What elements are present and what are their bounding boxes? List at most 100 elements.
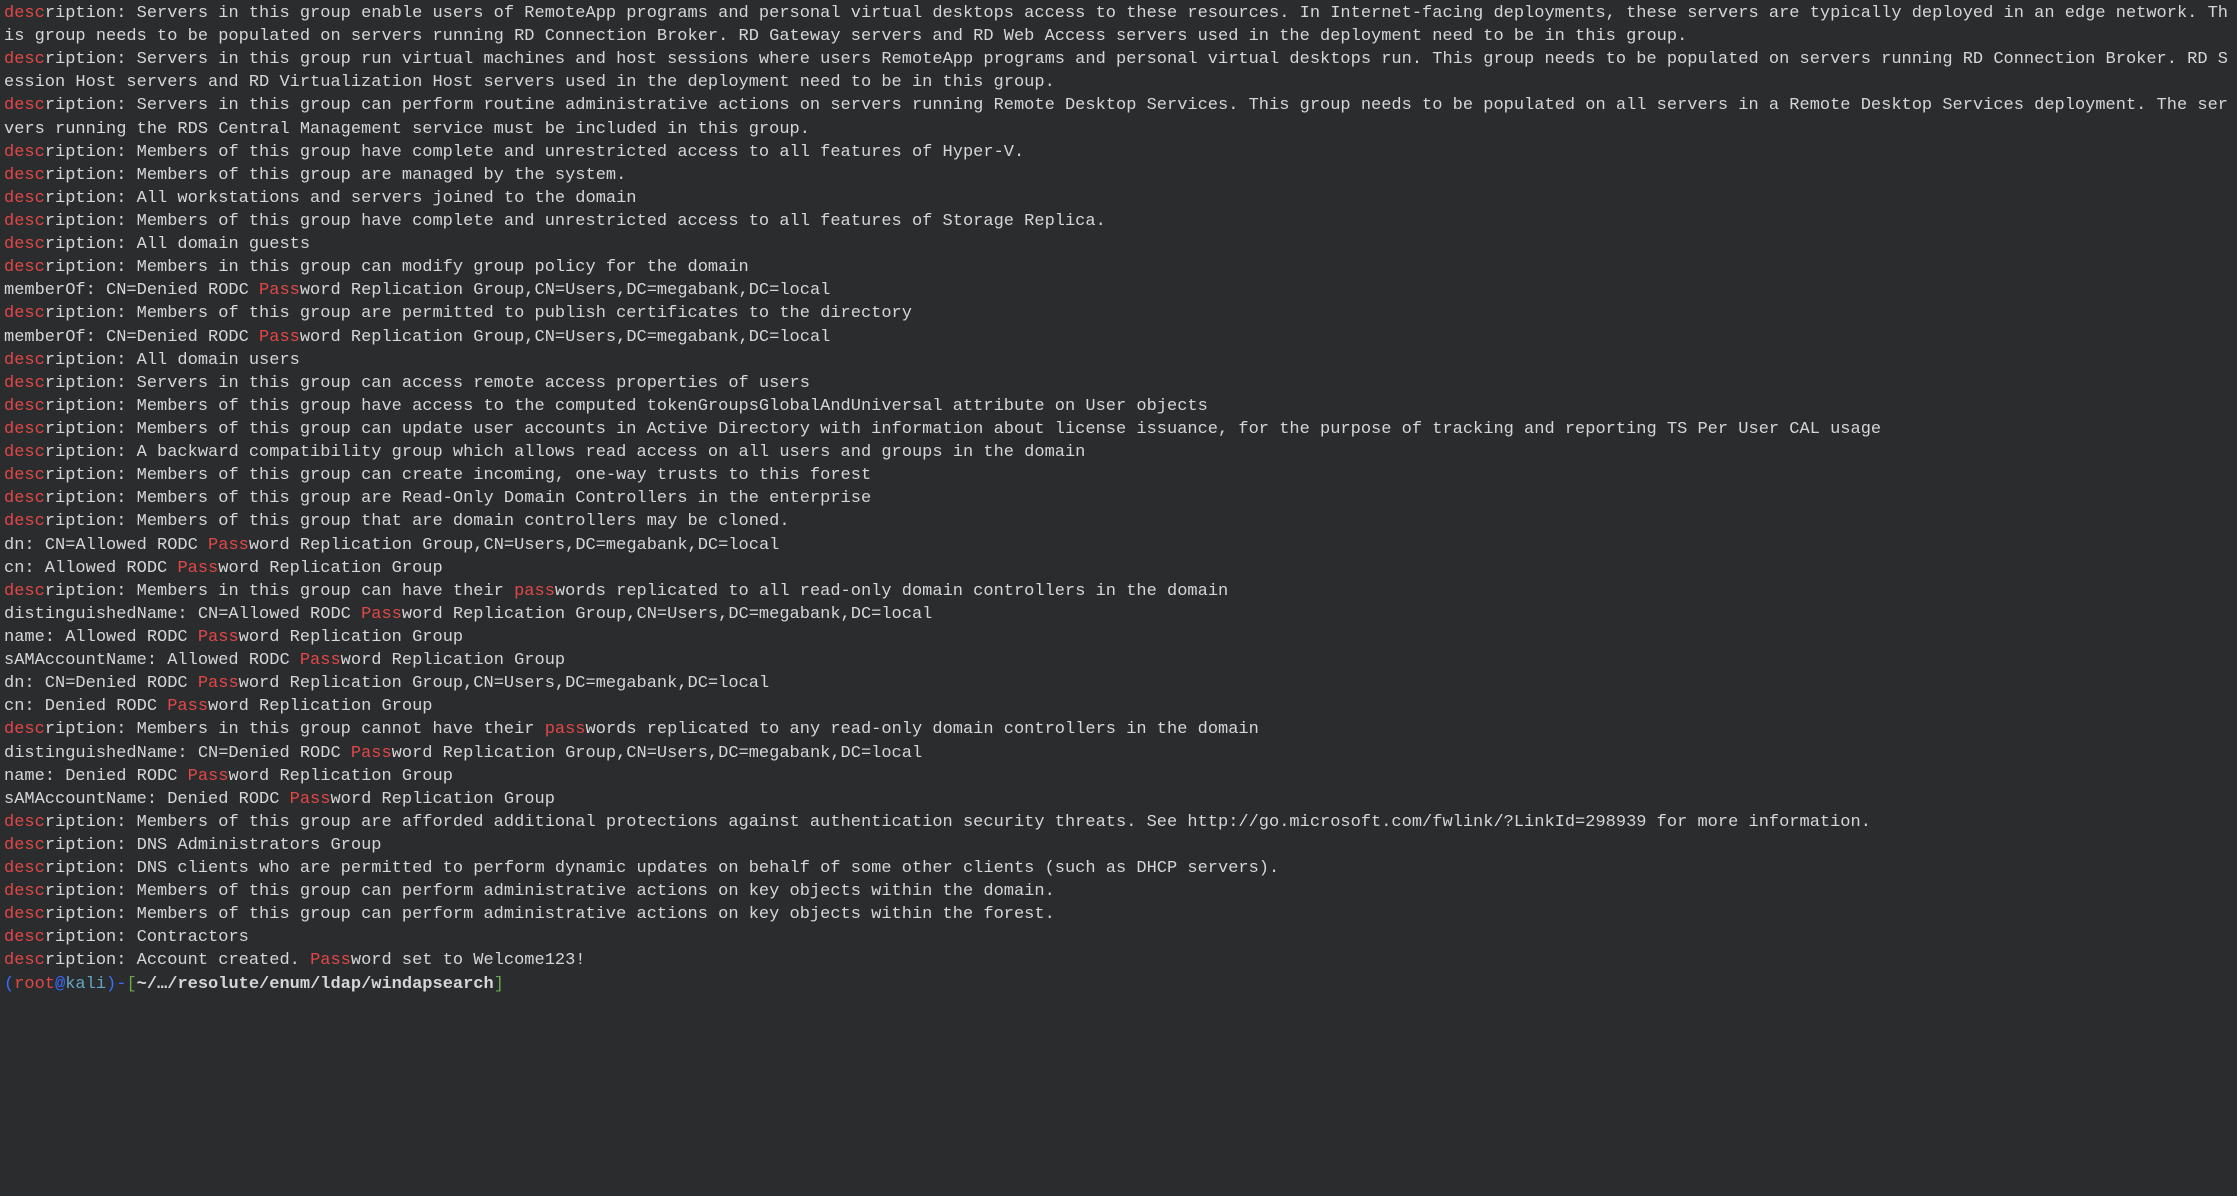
output-line: description: Servers in this group enabl… — [4, 2, 2233, 48]
highlighted-text: desc — [4, 397, 45, 416]
output-line: description: All domain guests — [4, 233, 2233, 256]
highlighted-text: desc — [4, 96, 45, 115]
output-text: ription: Servers in this group can acces… — [45, 374, 810, 393]
highlighted-text: desc — [4, 50, 45, 69]
output-line: cn: Denied RODC Password Replication Gro… — [4, 695, 2233, 718]
prompt-user: root — [14, 975, 55, 994]
output-text: ription: DNS Administrators Group — [45, 836, 382, 855]
output-line: name: Allowed RODC Password Replication … — [4, 626, 2233, 649]
highlighted-text: desc — [4, 836, 45, 855]
output-line: description: All workstations and server… — [4, 187, 2233, 210]
highlighted-text: Pass — [290, 790, 331, 809]
highlighted-text: desc — [4, 374, 45, 393]
output-line: description: Members of this group have … — [4, 210, 2233, 233]
output-line: memberOf: CN=Denied RODC Password Replic… — [4, 279, 2233, 302]
output-line: description: Servers in this group can a… — [4, 372, 2233, 395]
output-line: sAMAccountName: Denied RODC Password Rep… — [4, 788, 2233, 811]
output-line: description: DNS Administrators Group — [4, 834, 2233, 857]
output-line: description: Members in this group can h… — [4, 580, 2233, 603]
highlighted-text: Pass — [198, 628, 239, 647]
highlighted-text: desc — [4, 212, 45, 231]
output-line: description: Members of this group can p… — [4, 903, 2233, 926]
output-line: description: Members of this group can u… — [4, 418, 2233, 441]
output-line: description: Members of this group have … — [4, 395, 2233, 418]
highlighted-text: desc — [4, 143, 45, 162]
highlighted-text: desc — [4, 189, 45, 208]
output-line: dn: CN=Allowed RODC Password Replication… — [4, 534, 2233, 557]
highlighted-text: Pass — [351, 744, 392, 763]
output-text: ription: Servers in this group enable us… — [4, 4, 2228, 46]
output-text: ription: All workstations and servers jo… — [45, 189, 637, 208]
highlighted-text: desc — [4, 928, 45, 947]
output-text: word Replication Group,CN=Users,DC=megab… — [300, 328, 831, 347]
prompt-close-bracket: ] — [494, 975, 504, 994]
highlighted-text: desc — [4, 258, 45, 277]
output-line: sAMAccountName: Allowed RODC Password Re… — [4, 649, 2233, 672]
highlighted-text: Pass — [361, 605, 402, 624]
highlighted-text: Pass — [310, 951, 351, 970]
output-line: dn: CN=Denied RODC Password Replication … — [4, 672, 2233, 695]
output-line: distinguishedName: CN=Denied RODC Passwo… — [4, 742, 2233, 765]
highlighted-text: Pass — [198, 674, 239, 693]
output-text: ription: Servers in this group run virtu… — [4, 50, 2228, 92]
output-line: description: Members of this group are a… — [4, 811, 2233, 834]
highlighted-text: desc — [4, 235, 45, 254]
output-text: ription: Members of this group can perfo… — [45, 882, 1055, 901]
output-text: ription: Members of this group can updat… — [45, 420, 1881, 439]
output-text: ription: Members of this group that are … — [45, 512, 790, 531]
terminal-output[interactable]: description: Servers in this group enabl… — [0, 0, 2237, 1000]
highlighted-text: desc — [4, 813, 45, 832]
highlighted-text: Pass — [188, 767, 229, 786]
highlighted-text: desc — [4, 466, 45, 485]
output-text: ription: Members of this group can creat… — [45, 466, 871, 485]
output-line: description: A backward compatibility gr… — [4, 441, 2233, 464]
output-line: description: Members of this group that … — [4, 510, 2233, 533]
highlighted-text: desc — [4, 859, 45, 878]
output-text: ription: Members of this group are affor… — [45, 813, 1871, 832]
output-text: dn: CN=Allowed RODC — [4, 536, 208, 555]
output-text: word Replication Group,CN=Users,DC=megab… — [249, 536, 780, 555]
output-text: dn: CN=Denied RODC — [4, 674, 198, 693]
output-text: cn: Denied RODC — [4, 697, 167, 716]
shell-prompt[interactable]: (root@kali)-[~/…/resolute/enum/ldap/wind… — [4, 973, 2233, 996]
highlighted-text: Pass — [259, 328, 300, 347]
output-line: description: Servers in this group can p… — [4, 94, 2233, 140]
output-text: sAMAccountName: Denied RODC — [4, 790, 290, 809]
output-line: cn: Allowed RODC Password Replication Gr… — [4, 557, 2233, 580]
output-text: sAMAccountName: Allowed RODC — [4, 651, 300, 670]
output-text: word Replication Group,CN=Users,DC=megab… — [300, 281, 831, 300]
highlighted-text: desc — [4, 420, 45, 439]
output-line: description: Contractors — [4, 926, 2233, 949]
output-line: distinguishedName: CN=Allowed RODC Passw… — [4, 603, 2233, 626]
output-text: name: Denied RODC — [4, 767, 188, 786]
output-text: word Replication Group — [341, 651, 565, 670]
highlighted-text: desc — [4, 905, 45, 924]
highlighted-text: desc — [4, 512, 45, 531]
output-text: word Replication Group — [208, 697, 432, 716]
output-text: ription: Members of this group can perfo… — [45, 905, 1055, 924]
output-line: description: Members of this group can c… — [4, 464, 2233, 487]
output-text: ription: Members in this group cannot ha… — [45, 720, 545, 739]
output-line: description: Members of this group can p… — [4, 880, 2233, 903]
output-text: ription: All domain users — [45, 351, 300, 370]
output-text: distinguishedName: CN=Denied RODC — [4, 744, 351, 763]
prompt-host: kali — [65, 975, 106, 994]
output-text: ription: Servers in this group can perfo… — [4, 96, 2228, 138]
highlighted-text: desc — [4, 720, 45, 739]
output-text: words replicated to any read-only domain… — [586, 720, 1259, 739]
highlighted-text: Pass — [208, 536, 249, 555]
output-text: ription: Members of this group have acce… — [45, 397, 1208, 416]
output-text: ription: A backward compatibility group … — [45, 443, 1086, 462]
output-text: ription: Members in this group can have … — [45, 582, 514, 601]
highlighted-text: desc — [4, 489, 45, 508]
highlighted-text: Pass — [259, 281, 300, 300]
highlighted-text: Pass — [167, 697, 208, 716]
output-text: word Replication Group,CN=Users,DC=megab… — [239, 674, 770, 693]
highlighted-text: desc — [4, 4, 45, 23]
prompt-close-paren: ) — [106, 975, 116, 994]
prompt-dash: - — [116, 975, 126, 994]
output-text: ription: Contractors — [45, 928, 249, 947]
output-text: memberOf: CN=Denied RODC — [4, 281, 259, 300]
output-line: description: DNS clients who are permitt… — [4, 857, 2233, 880]
highlighted-text: desc — [4, 443, 45, 462]
